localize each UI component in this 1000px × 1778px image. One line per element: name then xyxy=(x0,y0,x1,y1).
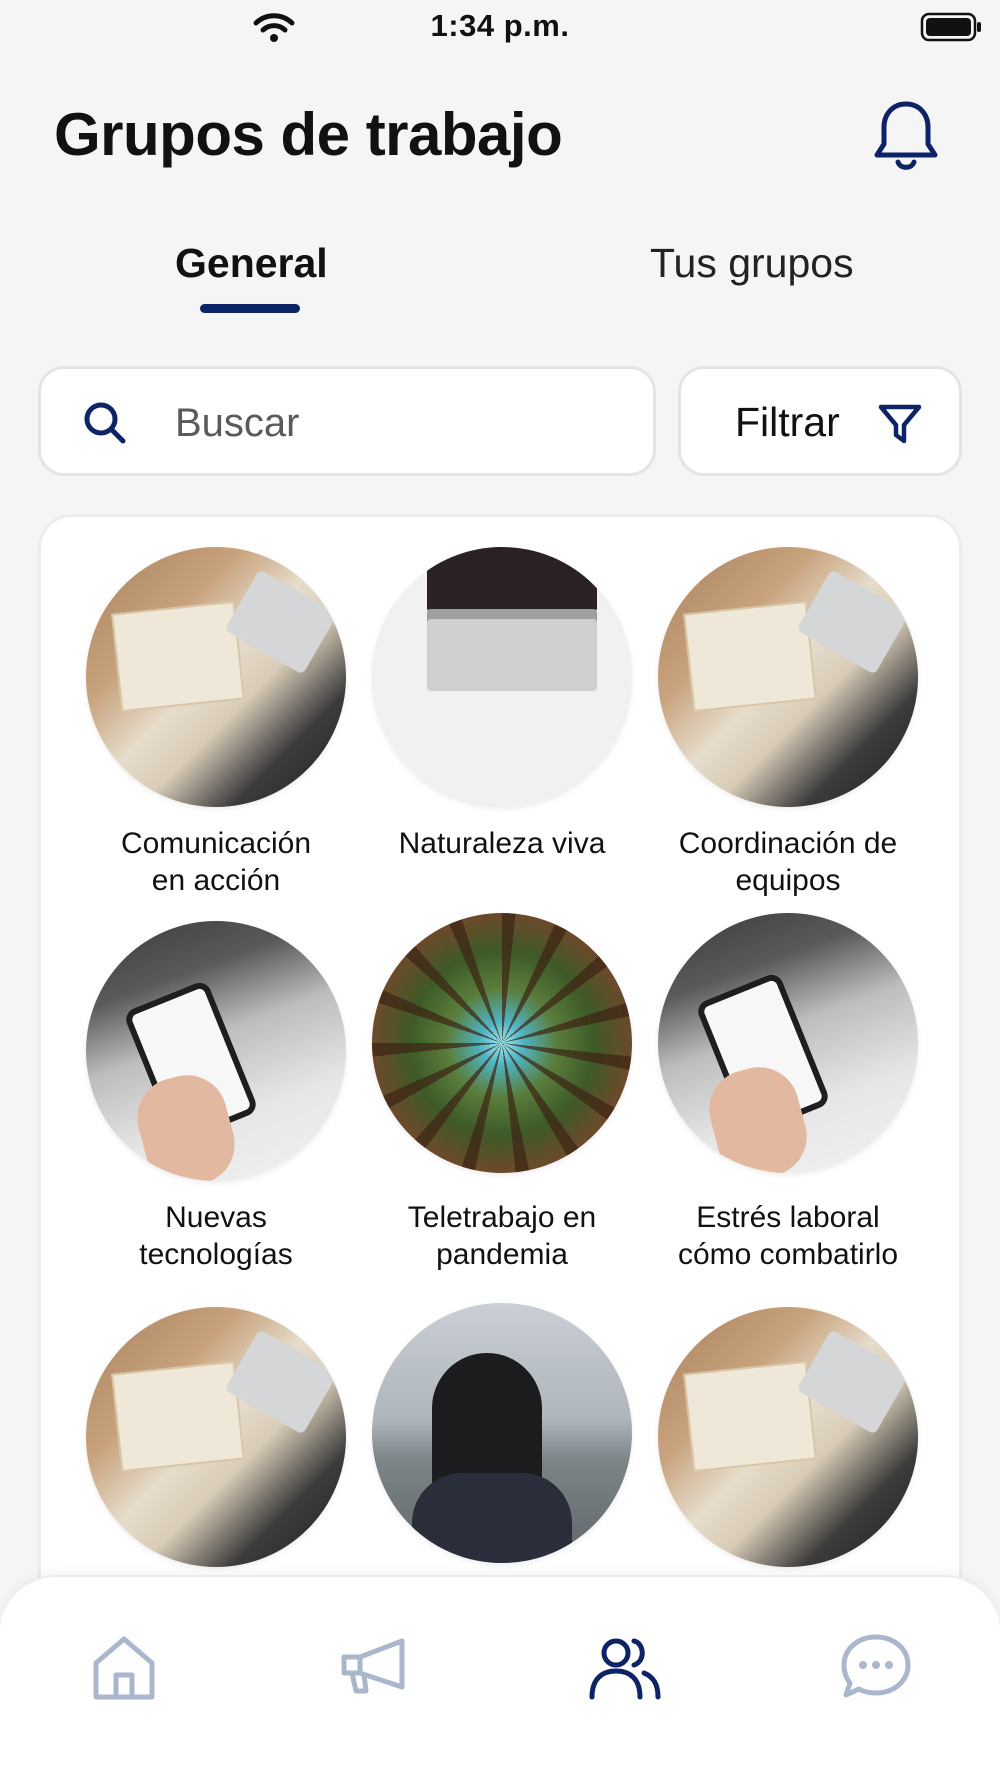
search-icon xyxy=(84,402,126,444)
group-label: Nuevas tecnologías xyxy=(139,1201,293,1271)
status-bar: 1:34 p.m. xyxy=(0,0,1000,56)
filter-label: Filtrar xyxy=(735,399,840,445)
group-card[interactable]: Naturaleza viva xyxy=(349,547,655,862)
group-image xyxy=(658,547,918,807)
battery-icon xyxy=(920,12,981,42)
group-image xyxy=(372,1303,632,1563)
group-label: Coordinación de equipos xyxy=(678,827,898,897)
group-card[interactable]: Estrés laboral cómo combatirlo xyxy=(635,913,941,1273)
group-label: Naturaleza viva xyxy=(398,827,606,860)
page-title: Grupos de trabajo xyxy=(54,101,563,168)
chat-bubble-icon[interactable] xyxy=(836,1627,916,1707)
search-input[interactable] xyxy=(175,395,615,451)
group-image xyxy=(372,547,632,807)
group-image xyxy=(86,547,346,807)
group-label: Teletrabajo en pandemia xyxy=(407,1201,597,1271)
search-box[interactable] xyxy=(38,366,656,476)
group-card[interactable] xyxy=(635,1307,941,1567)
users-icon[interactable] xyxy=(584,1627,664,1707)
status-time: 1:34 p.m. xyxy=(430,8,570,43)
group-card[interactable]: Teletrabajo en pandemia xyxy=(349,913,655,1273)
tab-your-groups[interactable]: Tus grupos xyxy=(650,240,854,287)
group-image xyxy=(658,1307,918,1567)
group-image xyxy=(658,913,918,1173)
group-label: Comunicación en acción xyxy=(120,827,312,897)
filter-button[interactable]: Filtrar xyxy=(678,366,962,476)
megaphone-icon[interactable] xyxy=(336,1627,416,1707)
home-icon[interactable] xyxy=(84,1627,164,1707)
group-image xyxy=(86,1307,346,1567)
group-image xyxy=(86,921,346,1181)
tab-general[interactable]: General xyxy=(175,240,328,287)
bottom-nav xyxy=(0,1575,1000,1778)
active-tab-indicator xyxy=(200,304,300,313)
group-image xyxy=(372,913,632,1173)
group-card[interactable]: Comunicación en acción xyxy=(63,547,369,899)
groups-panel: Comunicación en acción Naturaleza viva C… xyxy=(38,514,962,1714)
bell-icon[interactable] xyxy=(872,96,940,176)
group-label: Estrés laboral cómo combatirlo xyxy=(677,1201,899,1271)
group-card[interactable] xyxy=(349,1303,655,1563)
group-card[interactable]: Coordinación de equipos xyxy=(635,547,941,899)
filter-funnel-icon xyxy=(878,404,922,444)
group-card[interactable]: Nuevas tecnologías xyxy=(63,921,369,1273)
group-card[interactable] xyxy=(63,1307,369,1567)
